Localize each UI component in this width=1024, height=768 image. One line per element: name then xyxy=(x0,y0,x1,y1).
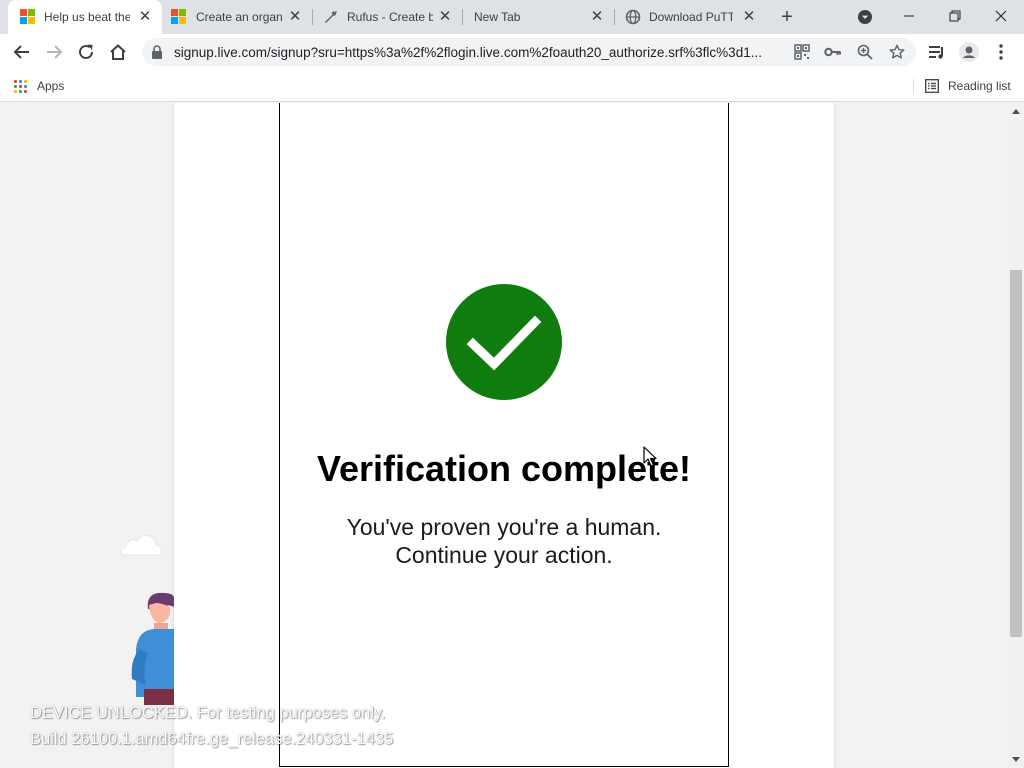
close-tab-icon[interactable]: ✕ xyxy=(741,9,757,25)
cloud-illustration xyxy=(120,534,163,556)
reading-list-button[interactable]: Reading list xyxy=(925,79,1011,93)
challenge-frame: Verification complete! You've proven you… xyxy=(279,103,729,767)
page-content: Verification complete! You've proven you… xyxy=(0,103,1008,768)
apps-label: Apps xyxy=(37,79,65,93)
url-text[interactable]: signup.live.com/signup?sru=https%3a%2f%2… xyxy=(174,45,784,60)
globe-icon xyxy=(625,9,641,25)
key-icon[interactable] xyxy=(824,43,842,61)
restore-icon[interactable] xyxy=(932,2,978,30)
lock-icon[interactable] xyxy=(151,45,163,59)
tab-new-tab[interactable]: New Tab ✕ xyxy=(463,0,614,34)
scroll-up-arrow-icon[interactable] xyxy=(1012,109,1020,114)
scrollbar-thumb[interactable] xyxy=(1010,270,1022,637)
tab-search-icon[interactable] xyxy=(857,9,873,25)
zoom-icon[interactable] xyxy=(856,43,874,61)
watermark-line-1: DEVICE UNLOCKED. For testing purposes on… xyxy=(30,704,386,722)
more-menu-icon[interactable] xyxy=(991,42,1011,62)
bookmark-star-icon[interactable] xyxy=(888,43,906,61)
apps-grid-icon xyxy=(14,79,27,93)
scroll-down-arrow-icon[interactable] xyxy=(1012,757,1020,762)
mouse-cursor-icon xyxy=(643,446,657,467)
verification-title: Verification complete! xyxy=(316,448,692,489)
tab-rufus[interactable]: Rufus - Create bootable USB drives ✕ xyxy=(313,0,462,34)
forward-arrow-icon xyxy=(44,42,64,62)
reload-icon[interactable] xyxy=(76,42,96,62)
new-tab-plus-icon[interactable]: + xyxy=(777,7,797,27)
person-illustration xyxy=(131,592,174,705)
close-tab-icon[interactable]: ✕ xyxy=(137,9,153,25)
tab-title: Download PuTTY xyxy=(649,10,733,24)
tab-title: Rufus - Create bootable USB drives xyxy=(347,10,433,24)
address-bar[interactable]: signup.live.com/signup?sru=https%3a%2f%2… xyxy=(142,38,916,66)
reading-list-icon xyxy=(925,79,939,93)
microsoft-logo-icon xyxy=(20,9,36,25)
verification-message-line2: Continue your action. xyxy=(395,542,613,568)
bookmarks-separator xyxy=(913,79,914,95)
system-watermark: DEVICE UNLOCKED. For testing purposes on… xyxy=(30,700,393,752)
apps-shortcut[interactable]: Apps xyxy=(14,79,64,93)
close-tab-icon[interactable]: ✕ xyxy=(287,9,303,25)
tab-create-an-organization[interactable]: Create an organization ✕ xyxy=(162,0,312,34)
tab-help-us-beat-the-robots[interactable]: Help us beat the robots ✕ xyxy=(8,0,162,34)
media-control-icon[interactable] xyxy=(927,42,947,62)
qr-code-icon[interactable] xyxy=(793,43,811,61)
tab-title: Help us beat the robots xyxy=(44,10,130,24)
profile-avatar-icon[interactable] xyxy=(959,42,979,62)
browser-toolbar: signup.live.com/signup?sru=https%3a%2f%2… xyxy=(0,34,1024,72)
microsoft-logo-icon xyxy=(171,9,187,25)
home-icon[interactable] xyxy=(108,42,128,62)
close-window-icon[interactable] xyxy=(978,2,1024,30)
close-tab-icon[interactable]: ✕ xyxy=(589,9,605,25)
bookmarks-bar: Apps Reading list xyxy=(0,72,1024,102)
close-tab-icon[interactable]: ✕ xyxy=(437,9,453,25)
rufus-icon xyxy=(323,9,339,25)
tab-download-putty[interactable]: Download PuTTY ✕ xyxy=(615,0,765,34)
page-scrollbar[interactable] xyxy=(1008,103,1024,768)
verification-message-line1: You've proven you're a human. xyxy=(346,514,662,540)
tab-strip: Help us beat the robots ✕ Create an orga… xyxy=(0,0,1024,34)
minimize-icon[interactable] xyxy=(886,2,932,30)
tab-title: Create an organization xyxy=(196,10,282,24)
success-checkmark-icon xyxy=(446,284,562,400)
watermark-line-2: Build 26100.1.amd64fre.ge_release.240331… xyxy=(30,730,394,748)
tab-title: New Tab xyxy=(474,10,521,24)
back-arrow-icon[interactable] xyxy=(12,42,32,62)
reading-list-label: Reading list xyxy=(948,79,1011,93)
